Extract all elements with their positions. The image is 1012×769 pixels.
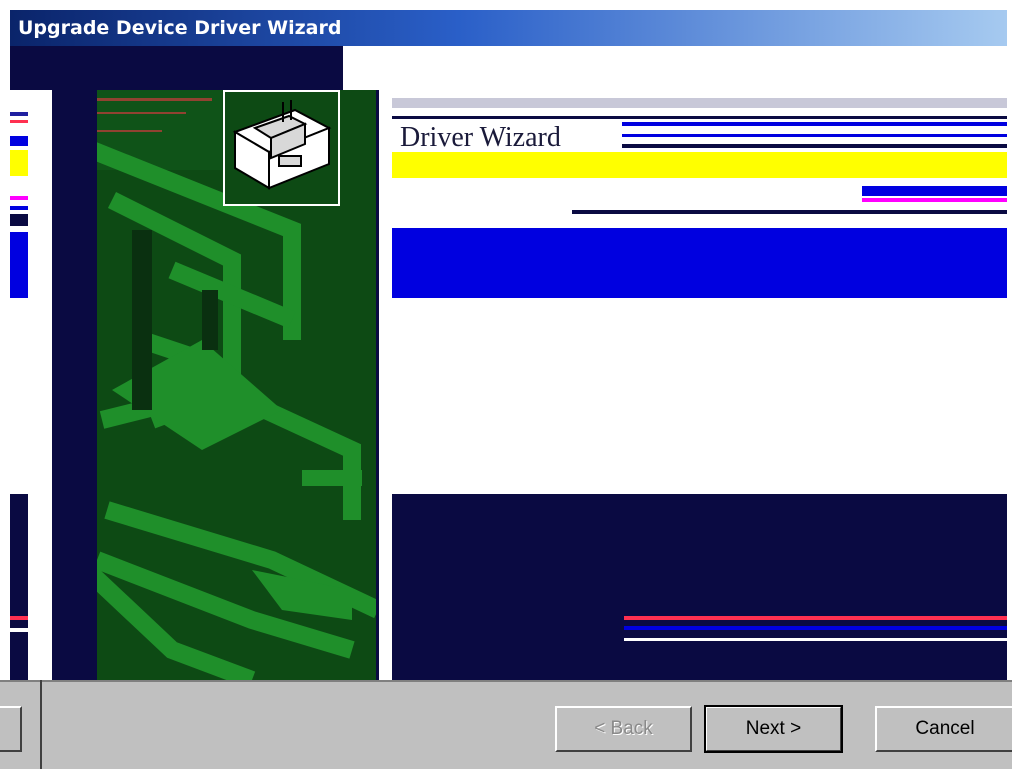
- content-band: [622, 134, 1007, 137]
- header-white-strip: [343, 46, 1007, 90]
- content-band: [624, 616, 1007, 620]
- art-left-frame: [52, 90, 97, 680]
- title-bar[interactable]: Upgrade Device Driver Wizard: [10, 10, 1007, 46]
- left-stripe: [10, 206, 28, 210]
- content-band: [624, 626, 1007, 630]
- content-band: [862, 186, 1007, 196]
- left-stripe: [10, 112, 28, 116]
- cancel-button[interactable]: Cancel: [875, 706, 1012, 752]
- content-band: [622, 122, 1007, 126]
- content-band: [624, 638, 1007, 641]
- content-band: [392, 152, 1007, 178]
- left-stripe: [10, 136, 28, 146]
- left-stripe: [10, 120, 28, 123]
- left-stripe: [10, 214, 28, 226]
- content-band: [862, 198, 1007, 202]
- drawer-box: [223, 90, 340, 206]
- wizard-content: Driver Wizard: [392, 90, 1007, 680]
- button-bar: [0, 680, 1012, 769]
- next-button[interactable]: Next >: [704, 705, 843, 753]
- wizard-window: Upgrade Device Driver Wizard Driver Wiza…: [0, 0, 1012, 769]
- content-band: [622, 144, 1007, 148]
- content-band: [392, 116, 1007, 119]
- left-edge-button[interactable]: [0, 706, 22, 752]
- content-band: [392, 298, 1007, 494]
- left-stripe: [10, 196, 28, 200]
- left-stripe: [10, 628, 28, 632]
- content-band: [392, 494, 1007, 680]
- content-band: [392, 218, 1007, 224]
- wizard-illustration: [50, 90, 378, 680]
- left-stripe: [10, 616, 28, 620]
- content-band: [392, 228, 1007, 298]
- left-stripe: [10, 494, 28, 680]
- content-band: [572, 210, 1007, 214]
- left-stripe: [10, 232, 28, 298]
- content-band: [392, 98, 1007, 108]
- window-title: Upgrade Device Driver Wizard: [18, 17, 342, 39]
- button-bar-divider: [40, 680, 42, 769]
- back-button[interactable]: < Back: [555, 706, 692, 752]
- header-dark-strip: [10, 46, 343, 90]
- hardware-drawer-icon: [225, 92, 338, 204]
- left-stripe: [10, 150, 28, 176]
- wizard-heading: Driver Wizard: [400, 122, 561, 153]
